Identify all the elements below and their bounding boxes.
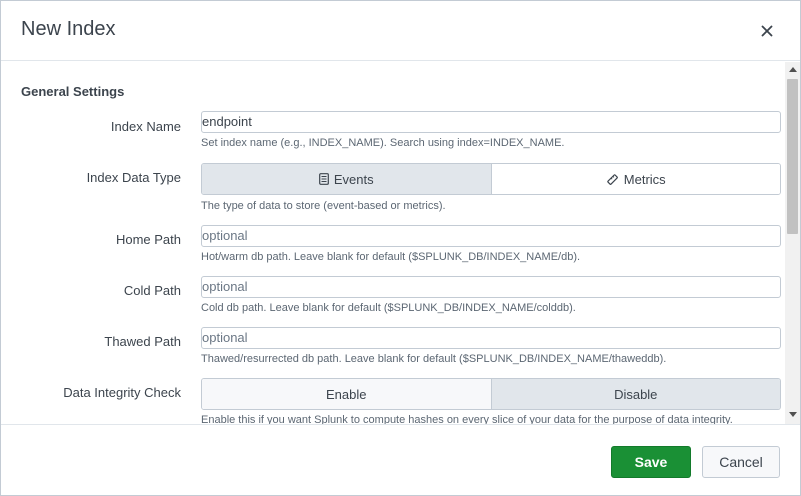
index-name-label: Index Name — [110, 119, 181, 134]
cold-path-help: Cold db path. Leave blank for default ($… — [201, 302, 576, 314]
close-icon[interactable] — [755, 19, 779, 43]
home-path-input[interactable]: optional — [201, 225, 781, 247]
dialog-header: New Index — [1, 1, 800, 61]
thawed-path-input[interactable]: optional — [201, 327, 781, 349]
integrity-disable-label: Disable — [614, 386, 658, 402]
home-path-label: Home Path — [115, 232, 181, 247]
data-type-option-events[interactable]: Events — [202, 164, 491, 194]
document-icon — [318, 173, 329, 185]
thawed-path-help: Thawed/resurrected db path. Leave blank … — [201, 353, 667, 365]
save-button[interactable]: Save — [611, 446, 691, 478]
cold-path-placeholder: optional — [202, 279, 248, 294]
thawed-path-label: Thawed Path — [104, 334, 181, 349]
index-data-type-label: Index Data Type — [86, 170, 181, 185]
thawed-path-placeholder: optional — [202, 330, 248, 345]
section-title-general-settings: General Settings — [21, 84, 125, 99]
index-name-input[interactable]: endpoint — [201, 111, 781, 133]
scroll-up-icon[interactable] — [789, 67, 797, 72]
data-integrity-toggle: Enable Disable — [201, 378, 781, 410]
index-name-help: Set index name (e.g., INDEX_NAME). Searc… — [201, 137, 565, 149]
index-data-type-toggle: Events Metrics — [201, 163, 781, 195]
data-type-events-label: Events — [333, 171, 374, 187]
dialog-scrollbar[interactable] — [785, 62, 800, 424]
data-integrity-label: Data Integrity Check — [63, 385, 181, 400]
cold-path-label: Cold Path — [123, 283, 181, 298]
cancel-button[interactable]: Cancel — [702, 446, 780, 478]
dialog-footer: Save Cancel — [1, 424, 800, 496]
ruler-icon — [607, 173, 618, 185]
index-data-type-help: The type of data to store (event-based o… — [201, 200, 446, 212]
integrity-option-enable[interactable]: Enable — [202, 379, 491, 409]
new-index-dialog: New Index General Settings Index Name en… — [0, 0, 801, 496]
integrity-enable-label: Enable — [326, 386, 367, 402]
cold-path-input[interactable]: optional — [201, 276, 781, 298]
home-path-placeholder: optional — [202, 228, 248, 243]
data-integrity-help: Enable this if you want Splunk to comput… — [201, 414, 733, 424]
scroll-down-icon[interactable] — [789, 412, 797, 417]
integrity-option-disable[interactable]: Disable — [490, 379, 780, 409]
dialog-title: New Index — [21, 18, 116, 40]
dialog-body: General Settings Index Name endpoint Set… — [1, 62, 800, 424]
scrollbar-thumb[interactable] — [787, 79, 798, 234]
index-name-value: endpoint — [202, 114, 252, 129]
data-type-metrics-label: Metrics — [623, 171, 666, 187]
home-path-help: Hot/warm db path. Leave blank for defaul… — [201, 251, 581, 263]
data-type-option-metrics[interactable]: Metrics — [490, 164, 780, 194]
